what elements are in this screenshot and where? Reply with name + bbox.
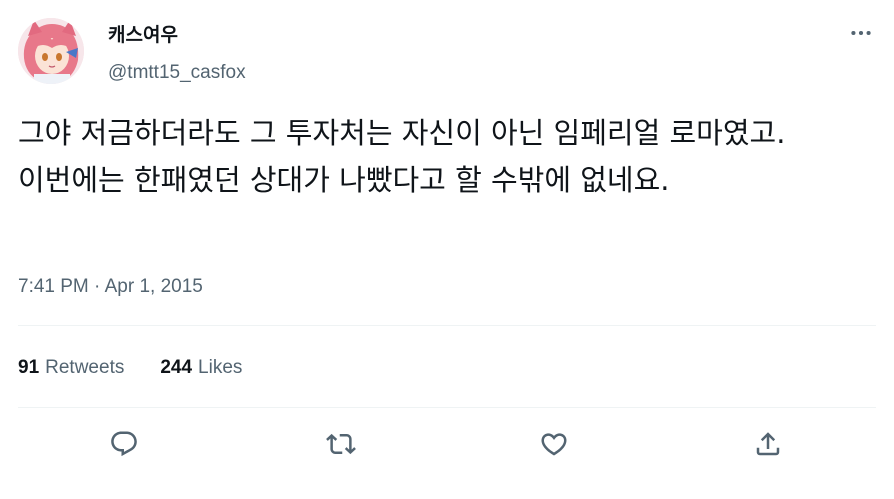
retweets-stat[interactable]: 91 Retweets [18,354,124,382]
likes-count: 244 [160,357,193,378]
like-button[interactable] [534,424,574,464]
heart-icon [541,433,567,456]
reply-button[interactable] [104,424,144,464]
share-icon [756,432,780,456]
likes-label: Likes [198,357,243,378]
likes-stat[interactable]: 244 Likes [160,354,242,382]
tweet-stats: 91 Retweets 244 Likes [18,354,242,382]
share-button[interactable] [748,424,788,464]
divider [18,407,876,408]
reply-icon [111,431,137,457]
retweets-label: Retweets [45,357,125,378]
avatar-image [18,18,84,84]
more-icon [851,30,871,36]
retweet-button[interactable] [321,424,361,464]
retweet-icon [326,433,356,455]
tweet-text: 그야 저금하더라도 그 투자처는 자신이 아닌 임페리얼 로마였고. 이번에는 … [18,116,786,197]
more-options-button[interactable] [844,18,878,48]
divider [18,325,876,326]
user-handle[interactable]: @tmtt15_casfox [108,60,246,86]
display-name[interactable]: 캐스여우 [108,22,178,48]
tweet-timestamp[interactable]: 7:41 PM · Apr 1, 2015 [18,274,203,300]
avatar[interactable] [18,18,84,84]
retweets-count: 91 [18,357,40,378]
